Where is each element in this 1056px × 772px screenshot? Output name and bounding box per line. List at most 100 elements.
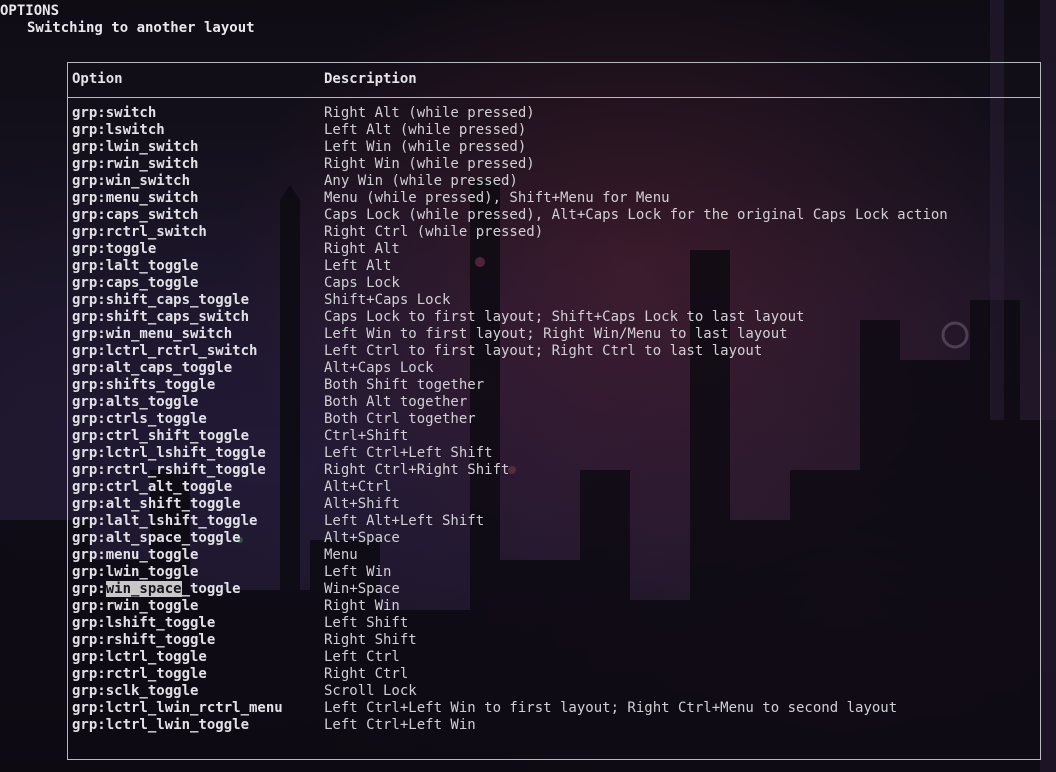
option-name-suffix: _toggle bbox=[181, 581, 241, 597]
table-row: grp:menu_switch Menu (while pressed), Shi… bbox=[72, 190, 1032, 207]
text-selection[interactable]: win_space bbox=[105, 581, 182, 597]
option-name[interactable]: grp:alt_caps_toggle bbox=[72, 360, 232, 377]
option-description: Ctrl+Shift bbox=[324, 428, 409, 444]
option-name[interactable]: grp:rwin_switch bbox=[72, 156, 198, 173]
table-row: grp:lwin_toggle Left Win bbox=[72, 564, 1032, 581]
option-name[interactable]: grp:menu_switch bbox=[72, 190, 198, 207]
option-description: Left Alt+Left Shift bbox=[324, 513, 485, 529]
option-description: Caps Lock bbox=[324, 275, 400, 291]
option-name[interactable]: grp:alts_toggle bbox=[72, 394, 198, 411]
option-description: Menu bbox=[324, 547, 358, 563]
option-name[interactable]: grp:caps_toggle bbox=[72, 275, 198, 292]
option-description: Caps Lock (while pressed), Alt+Caps Lock… bbox=[324, 207, 948, 223]
option-name[interactable]: grp:shifts_toggle bbox=[72, 377, 215, 394]
option-description: Right Shift bbox=[324, 632, 417, 648]
option-name[interactable]: grp:lalt_toggle bbox=[72, 258, 198, 275]
option-description: Alt+Shift bbox=[324, 496, 400, 512]
table-row: grp:toggle Right Alt bbox=[72, 241, 1032, 258]
option-name[interactable]: grp:alt_shift_toggle bbox=[72, 496, 241, 513]
option-description: Right Alt bbox=[324, 241, 400, 257]
option-description: Left Alt bbox=[324, 258, 392, 274]
table-row: grp:shift_caps_switch Caps Lock to first … bbox=[72, 309, 1032, 326]
table-row: grp:rctrl_switch Right Ctrl (while presse… bbox=[72, 224, 1032, 241]
table-row: grp:rwin_switch Right Win (while pressed) bbox=[72, 156, 1032, 173]
table-row: grp:lswitch Left Alt (while pressed) bbox=[72, 122, 1032, 139]
table-row: grp:shifts_toggle Both Shift together bbox=[72, 377, 1032, 394]
option-description: Alt+Space bbox=[324, 530, 400, 546]
table-row: grp:switch Right Alt (while pressed) bbox=[72, 105, 1032, 122]
option-name[interactable]: grp:rshift_toggle bbox=[72, 632, 215, 649]
option-description: Alt+Caps Lock bbox=[324, 360, 434, 376]
option-description: Any Win (while pressed) bbox=[324, 173, 518, 189]
table-row: grp:lalt_lshift_toggle Left Alt+Left Shif… bbox=[72, 513, 1032, 530]
table-row: grp:lctrl_lwin_rctrl_menu Left Ctrl+Left … bbox=[72, 700, 1032, 717]
option-description: Right Win (while pressed) bbox=[324, 156, 535, 172]
option-name[interactable]: grp:lctrl_lshift_toggle bbox=[72, 445, 266, 462]
option-name[interactable]: grp:rctrl_toggle bbox=[72, 666, 207, 683]
table-row: grp:win_space_toggle Win+Space bbox=[72, 581, 1032, 598]
options-table: Option Description grp:switch Right Alt (… bbox=[67, 62, 1041, 760]
table-row: grp:lalt_toggle Left Alt bbox=[72, 258, 1032, 275]
option-name[interactable]: grp:lctrl_lwin_rctrl_menu bbox=[72, 700, 283, 717]
table-row: grp:sclk_toggle Scroll Lock bbox=[72, 683, 1032, 700]
option-name[interactable]: grp:rctrl_switch bbox=[72, 224, 207, 241]
option-name[interactable]: grp:lctrl_lwin_toggle bbox=[72, 717, 249, 734]
option-description: Left Ctrl bbox=[324, 649, 400, 665]
table-row: grp:ctrl_alt_toggle Alt+Ctrl bbox=[72, 479, 1032, 496]
table-row: grp:win_menu_switch Left Win to first lay… bbox=[72, 326, 1032, 343]
table-row: grp:menu_toggle Menu bbox=[72, 547, 1032, 564]
option-name[interactable]: grp:lctrl_toggle bbox=[72, 649, 207, 666]
option-name[interactable]: grp:win_switch bbox=[72, 173, 190, 190]
table-row: grp:lctrl_toggle Left Ctrl bbox=[72, 649, 1032, 666]
option-name[interactable]: grp:lswitch bbox=[72, 122, 165, 139]
option-name[interactable]: grp:win_space_toggle bbox=[72, 581, 241, 598]
option-name[interactable]: grp:ctrl_shift_toggle bbox=[72, 428, 249, 445]
option-description: Right Ctrl bbox=[324, 666, 409, 682]
option-name[interactable]: grp:sclk_toggle bbox=[72, 683, 198, 700]
option-name[interactable]: grp:rwin_toggle bbox=[72, 598, 198, 615]
option-name[interactable]: grp:ctrl_alt_toggle bbox=[72, 479, 232, 496]
option-description: Left Ctrl+Left Shift bbox=[324, 445, 493, 461]
option-description: Left Ctrl+Left Win bbox=[324, 717, 476, 733]
option-name[interactable]: grp:rctrl_rshift_toggle bbox=[72, 462, 266, 479]
option-name[interactable]: grp:lwin_toggle bbox=[72, 564, 198, 581]
option-description: Left Shift bbox=[324, 615, 409, 631]
table-row: grp:ctrls_toggle Both Ctrl together bbox=[72, 411, 1032, 428]
option-description: Right Win bbox=[324, 598, 400, 614]
option-description: Right Ctrl (while pressed) bbox=[324, 224, 544, 240]
subsection-title: Switching to another layout bbox=[27, 20, 255, 36]
option-name[interactable]: grp:switch bbox=[72, 105, 156, 122]
table-row: grp:win_switch Any Win (while pressed) bbox=[72, 173, 1032, 190]
option-name[interactable]: grp:win_menu_switch bbox=[72, 326, 232, 343]
option-name[interactable]: grp:caps_switch bbox=[72, 207, 198, 224]
option-description: Left Alt (while pressed) bbox=[324, 122, 527, 138]
option-description: Alt+Ctrl bbox=[324, 479, 392, 495]
table-body: grp:switch Right Alt (while pressed) grp:l… bbox=[72, 105, 1032, 734]
table-row: grp:shift_caps_toggle Shift+Caps Lock bbox=[72, 292, 1032, 309]
option-description: Caps Lock to first layout; Shift+Caps Lo… bbox=[324, 309, 805, 325]
option-name[interactable]: grp:toggle bbox=[72, 241, 156, 258]
option-name[interactable]: grp:menu_toggle bbox=[72, 547, 198, 564]
table-row: grp:alt_space_toggle Alt+Space bbox=[72, 530, 1032, 547]
option-name-prefix: grp: bbox=[72, 581, 106, 597]
option-name[interactable]: grp:alt_space_toggle bbox=[72, 530, 241, 547]
option-name[interactable]: grp:lalt_lshift_toggle bbox=[72, 513, 257, 530]
table-row: grp:rctrl_toggle Right Ctrl bbox=[72, 666, 1032, 683]
table-row: grp:caps_switch Caps Lock (while pressed)… bbox=[72, 207, 1032, 224]
option-description: Left Win (while pressed) bbox=[324, 139, 527, 155]
option-description: Left Win to first layout; Right Win/Menu… bbox=[324, 326, 788, 342]
option-description: Right Ctrl+Right Shift bbox=[324, 462, 510, 478]
option-description: Left Ctrl+Left Win to first layout; Righ… bbox=[324, 700, 898, 716]
table-row: grp:lshift_toggle Left Shift bbox=[72, 615, 1032, 632]
option-description: Shift+Caps Lock bbox=[324, 292, 451, 308]
option-description: Win+Space bbox=[324, 581, 400, 597]
option-name[interactable]: grp:lctrl_rctrl_switch bbox=[72, 343, 257, 360]
option-name[interactable]: grp:shift_caps_switch bbox=[72, 309, 249, 326]
option-name[interactable]: grp:ctrls_toggle bbox=[72, 411, 207, 428]
option-name[interactable]: grp:lwin_switch bbox=[72, 139, 198, 156]
option-name[interactable]: grp:lshift_toggle bbox=[72, 615, 215, 632]
option-name[interactable]: grp:shift_caps_toggle bbox=[72, 292, 249, 309]
header-divider bbox=[68, 97, 1040, 98]
table-row: grp:lctrl_lshift_toggle Left Ctrl+Left Sh… bbox=[72, 445, 1032, 462]
table-row: grp:alt_caps_toggle Alt+Caps Lock bbox=[72, 360, 1032, 377]
